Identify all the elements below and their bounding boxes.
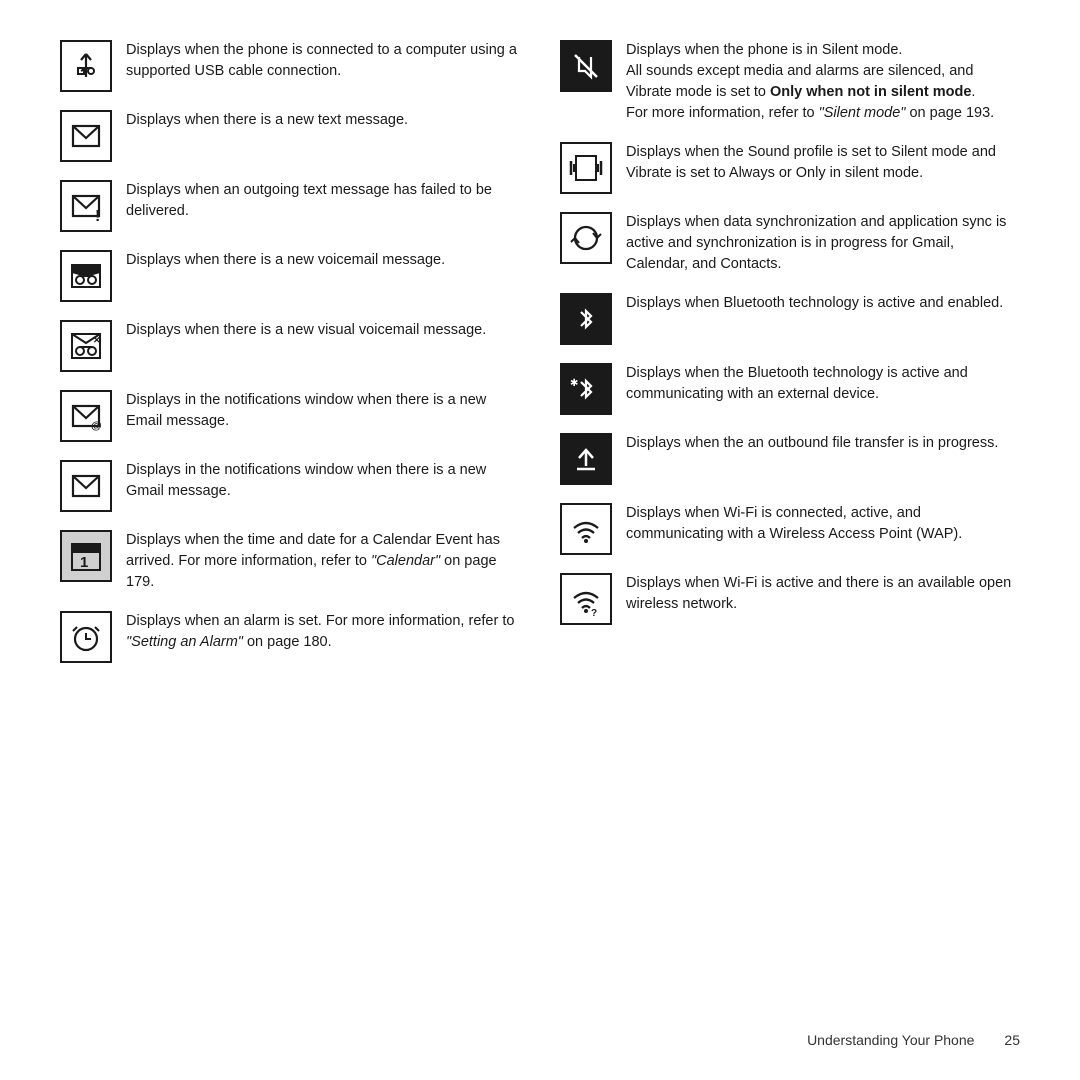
svg-text:✱: ✱ bbox=[570, 378, 578, 389]
alarm-icon bbox=[60, 611, 112, 663]
footer: Understanding Your Phone 25 bbox=[60, 1020, 1020, 1050]
chapter-title: Understanding Your Phone bbox=[807, 1030, 974, 1050]
voicemail-desc: Displays when there is a new voicemail m… bbox=[126, 250, 520, 271]
list-item: Displays when Wi-Fi is connected, active… bbox=[560, 503, 1020, 555]
visual-voicemail-icon: ✕ bbox=[60, 320, 112, 372]
list-item: Displays when the Sound profile is set t… bbox=[560, 142, 1020, 194]
voicemail-icon bbox=[60, 250, 112, 302]
sync-icon bbox=[560, 212, 612, 264]
sms-desc: Displays when there is a new text messag… bbox=[126, 110, 520, 131]
bluetooth-active-desc: Displays when the Bluetooth technology i… bbox=[626, 363, 1020, 405]
list-item: Displays when Bluetooth technology is ac… bbox=[560, 293, 1020, 345]
silent-desc: Displays when the phone is in Silent mod… bbox=[626, 40, 1020, 124]
upload-icon bbox=[560, 433, 612, 485]
svg-text:?: ? bbox=[591, 608, 597, 616]
sync-desc: Displays when data synchronization and a… bbox=[626, 212, 1020, 275]
list-item: ? Displays when Wi-Fi is active and ther… bbox=[560, 573, 1020, 625]
wifi-open-icon: ? bbox=[560, 573, 612, 625]
svg-text:!: ! bbox=[95, 208, 100, 223]
list-item: @ Displays in the notifications window w… bbox=[60, 390, 520, 442]
sms-icon bbox=[60, 110, 112, 162]
wifi-desc: Displays when Wi-Fi is connected, active… bbox=[626, 503, 1020, 545]
gmail-desc: Displays in the notifications window whe… bbox=[126, 460, 520, 502]
list-item: Displays when the phone is connected to … bbox=[60, 40, 520, 92]
list-item: Displays when there is a new voicemail m… bbox=[60, 250, 520, 302]
silent-icon bbox=[560, 40, 612, 92]
email-icon: @ bbox=[60, 390, 112, 442]
upload-desc: Displays when the an outbound file trans… bbox=[626, 433, 1020, 454]
bluetooth-desc: Displays when Bluetooth technology is ac… bbox=[626, 293, 1020, 314]
svg-text:1: 1 bbox=[80, 554, 88, 571]
svg-text:@: @ bbox=[91, 420, 102, 432]
list-item: Displays when there is a new text messag… bbox=[60, 110, 520, 162]
list-item: ✱ Displays when the Bluetooth technology… bbox=[560, 363, 1020, 415]
vibrate-desc: Displays when the Sound profile is set t… bbox=[626, 142, 1020, 184]
vibrate-icon bbox=[560, 142, 612, 194]
list-item: ✕ Displays when there is a new visual vo… bbox=[60, 320, 520, 372]
page: Displays when the phone is connected to … bbox=[0, 0, 1080, 1080]
svg-text:✕: ✕ bbox=[93, 335, 101, 345]
right-column: Displays when the phone is in Silent mod… bbox=[560, 40, 1020, 1020]
email-desc: Displays in the notifications window whe… bbox=[126, 390, 520, 432]
list-item: Displays when data synchronization and a… bbox=[560, 212, 1020, 275]
bluetooth-active-icon: ✱ bbox=[560, 363, 612, 415]
left-column: Displays when the phone is connected to … bbox=[60, 40, 520, 1020]
usb-icon bbox=[60, 40, 112, 92]
alarm-desc: Displays when an alarm is set. For more … bbox=[126, 611, 520, 653]
wifi-icon bbox=[560, 503, 612, 555]
list-item: 1 Displays when the time and date for a … bbox=[60, 530, 520, 593]
list-item: Displays when the an outbound file trans… bbox=[560, 433, 1020, 485]
list-item: ! Displays when an outgoing text message… bbox=[60, 180, 520, 232]
wifi-open-desc: Displays when Wi-Fi is active and there … bbox=[626, 573, 1020, 615]
content-columns: Displays when the phone is connected to … bbox=[60, 40, 1020, 1020]
bluetooth-icon bbox=[560, 293, 612, 345]
list-item: Displays when an alarm is set. For more … bbox=[60, 611, 520, 663]
sms-fail-icon: ! bbox=[60, 180, 112, 232]
list-item: Displays in the notifications window whe… bbox=[60, 460, 520, 512]
usb-desc: Displays when the phone is connected to … bbox=[126, 40, 520, 82]
calendar-desc: Displays when the time and date for a Ca… bbox=[126, 530, 520, 593]
visual-voicemail-desc: Displays when there is a new visual voic… bbox=[126, 320, 520, 341]
calendar-icon: 1 bbox=[60, 530, 112, 582]
page-number: 25 bbox=[1004, 1030, 1020, 1050]
sms-fail-desc: Displays when an outgoing text message h… bbox=[126, 180, 520, 222]
list-item: Displays when the phone is in Silent mod… bbox=[560, 40, 1020, 124]
gmail-icon bbox=[60, 460, 112, 512]
